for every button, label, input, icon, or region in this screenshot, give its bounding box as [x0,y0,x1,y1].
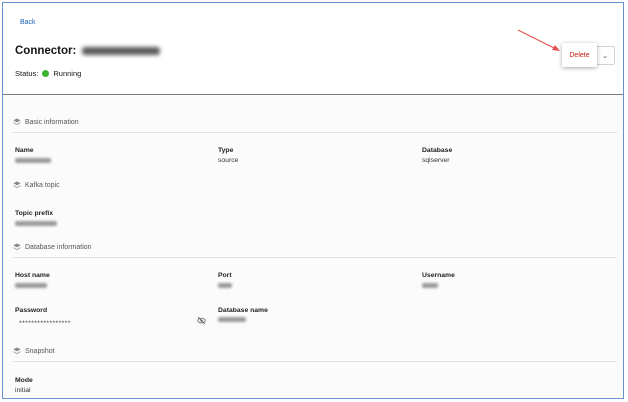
section-basic-label: Basic information [25,118,79,126]
details-pane: Basic information Name Type source Datab… [3,95,623,398]
redacted-username-value [422,283,438,288]
layers-icon [13,181,21,189]
database-value: sqlserver [422,157,450,164]
redacted-connector-name [81,46,160,55]
section-snapshot-label: Snapshot [25,347,55,355]
username-label: Username [422,272,455,279]
chevron-down-icon: ⌄ [602,52,608,60]
redacted-topic-prefix-value [15,221,57,226]
port-label: Port [218,272,232,279]
section-kafka-label: Kafka topic [25,181,60,189]
page-header: Back Connector: Status: Running ⌄ Delete [3,3,623,95]
section-divider [13,361,617,362]
mode-value: initial [15,387,31,394]
connector-details-window: Back Connector: Status: Running ⌄ Delete… [2,2,624,399]
type-label: Type [218,147,234,154]
back-link[interactable]: Back [20,19,36,26]
section-snapshot-title: Snapshot [13,347,55,355]
database-label: Database [422,147,453,154]
status-value: Running [53,69,82,78]
status-running-icon [42,70,50,77]
database-name-label: Database name [218,307,268,314]
actions-menu: Delete [562,43,597,67]
name-label: Name [15,147,34,154]
actions-dropdown-toggle[interactable]: ⌄ [595,46,615,65]
layers-icon [13,347,21,355]
redacted-name-value [15,158,51,163]
redacted-host-name-value [15,283,47,288]
page-title: Connector: [15,45,160,57]
status-row: Status: Running [15,69,81,78]
section-database-label: Database information [25,243,92,251]
topic-prefix-label: Topic prefix [15,210,54,217]
delete-menu-item[interactable]: Delete [569,52,589,59]
section-database-title: Database information [13,243,92,251]
redacted-database-name-value [218,317,246,322]
section-kafka-title: Kafka topic [13,181,60,189]
layers-icon [13,118,21,126]
password-label: Password [15,307,48,314]
redacted-port-value [218,283,232,288]
password-value: ***************** [19,320,71,327]
status-label: Status: [15,69,39,78]
title-prefix: Connector: [15,45,77,57]
section-divider [13,132,617,133]
host-name-label: Host name [15,272,50,279]
section-basic-title: Basic information [13,118,79,126]
layers-icon [13,243,21,251]
mode-label: Mode [15,377,33,384]
eye-slash-icon[interactable] [197,316,206,325]
section-divider [13,257,617,258]
type-value: source [218,157,239,164]
